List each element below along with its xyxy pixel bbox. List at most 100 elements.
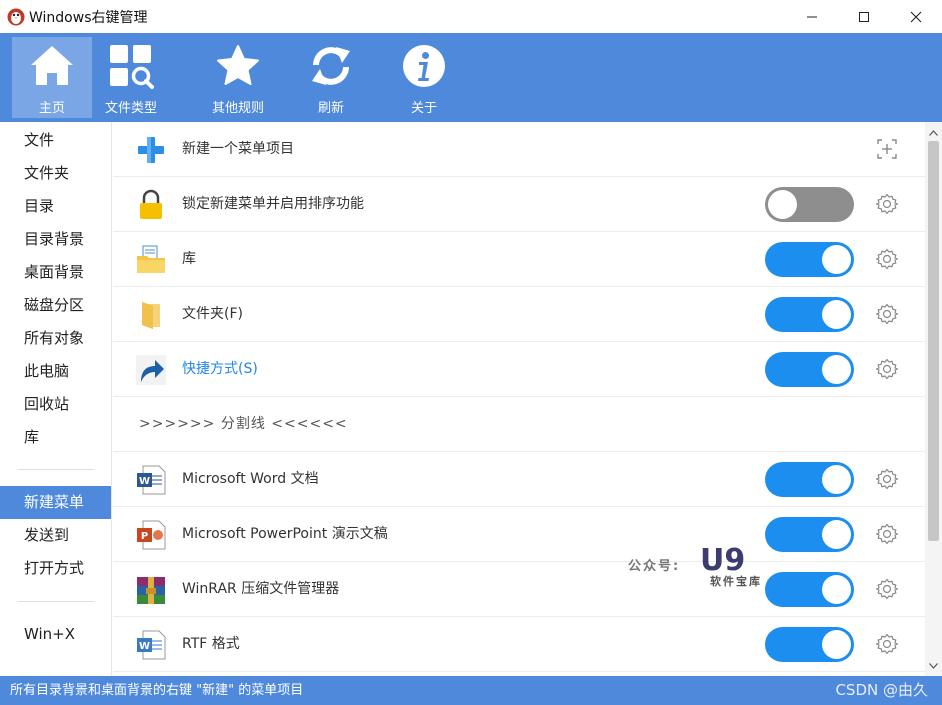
- close-icon: [910, 11, 922, 22]
- toggle-knob: [822, 245, 851, 274]
- tab-filetypes[interactable]: 文件类型: [91, 37, 171, 118]
- watermark-subtext: 软件宝库: [710, 575, 762, 588]
- tab-about-label: 关于: [410, 101, 437, 116]
- scroll-up-button[interactable]: [925, 124, 942, 141]
- scroll-thumb[interactable]: [928, 141, 939, 541]
- list-item[interactable]: W RTF 格式: [113, 617, 925, 672]
- toolbar: 主页 文件类型 其他规则 刷新 关于: [0, 33, 942, 122]
- sidebar-item-this-pc[interactable]: 此电脑: [0, 355, 111, 388]
- gear-icon[interactable]: [876, 468, 898, 490]
- file-types-search-icon: [110, 45, 154, 89]
- toggle-knob: [822, 300, 851, 329]
- toggle-switch[interactable]: [765, 352, 854, 387]
- toggle-knob: [822, 520, 851, 549]
- star-icon: [217, 45, 259, 85]
- list-separator[interactable]: >>>>>> 分割线 <<<<<<: [113, 397, 925, 452]
- list-item-label: 库: [182, 251, 196, 267]
- sidebar-item-recycle-bin[interactable]: 回收站: [0, 388, 111, 421]
- sidebar-item-directory[interactable]: 目录: [0, 190, 111, 223]
- tab-home[interactable]: 主页: [12, 37, 92, 118]
- tab-refresh[interactable]: 刷新: [291, 37, 371, 118]
- menu-item-list: 新建一个菜单项目 锁定新建菜单并启用排序功能 库 文件夹(F) 快捷方式(S) …: [113, 122, 925, 676]
- watermark: 公众号: U9 软件宝库: [628, 543, 778, 593]
- penguin-app-icon: [7, 8, 25, 25]
- title-bar: Windows右键管理: [0, 0, 942, 33]
- tab-about[interactable]: 关于: [384, 37, 464, 118]
- sidebar-item-all-objects[interactable]: 所有对象: [0, 322, 111, 355]
- winrar-icon: [137, 577, 165, 604]
- minimize-icon: [807, 16, 817, 17]
- toggle-switch[interactable]: [765, 242, 854, 277]
- list-item-label: WinRAR 压缩文件管理器: [182, 581, 340, 597]
- toggle-switch[interactable]: [765, 187, 854, 222]
- list-item-label: Microsoft Word 文档: [182, 471, 319, 487]
- toggle-knob: [822, 575, 851, 604]
- maximize-button[interactable]: [838, 0, 890, 33]
- home-icon: [31, 46, 73, 85]
- tab-refresh-label: 刷新: [317, 101, 344, 116]
- sidebar-item-folder[interactable]: 文件夹: [0, 157, 111, 190]
- svg-text:W: W: [139, 641, 150, 652]
- list-item-label: 新建一个菜单项目: [182, 141, 294, 157]
- maximize-icon: [859, 11, 869, 22]
- list-item[interactable]: 新建一个菜单项目: [113, 122, 925, 177]
- list-item-label: 快捷方式(S): [182, 361, 258, 377]
- info-icon: [403, 45, 445, 87]
- gear-icon[interactable]: [876, 578, 898, 600]
- list-item[interactable]: WinRAR 压缩文件管理器: [113, 562, 925, 617]
- gear-icon[interactable]: [876, 358, 898, 380]
- list-item[interactable]: P Microsoft PowerPoint 演示文稿: [113, 507, 925, 562]
- separator-label: >>>>>> 分割线 <<<<<<: [139, 416, 348, 432]
- tab-rules[interactable]: 其他规则: [198, 37, 278, 118]
- list-item[interactable]: 锁定新建菜单并启用排序功能: [113, 177, 925, 232]
- list-item[interactable]: 库: [113, 232, 925, 287]
- tab-rules-label: 其他规则: [211, 101, 264, 116]
- gear-icon[interactable]: [876, 633, 898, 655]
- sidebar-item-directory-background[interactable]: 目录背景: [0, 223, 111, 256]
- watermark-text: 公众号:: [628, 559, 681, 574]
- toggle-knob: [768, 190, 797, 219]
- toggle-switch[interactable]: [765, 627, 854, 662]
- list-item-label: Microsoft PowerPoint 演示文稿: [182, 526, 388, 542]
- sidebar-item-win-x[interactable]: Win+X: [0, 618, 111, 651]
- gear-icon[interactable]: [876, 303, 898, 325]
- tab-home-label: 主页: [38, 101, 65, 116]
- vertical-scrollbar[interactable]: [925, 122, 942, 676]
- list-item-label: 文件夹(F): [182, 306, 243, 322]
- toggle-knob: [822, 465, 851, 494]
- sidebar-item-file[interactable]: 文件: [0, 124, 111, 157]
- gear-icon[interactable]: [876, 193, 898, 215]
- close-button[interactable]: [890, 0, 942, 33]
- refresh-icon: [312, 47, 350, 85]
- toggle-switch[interactable]: [765, 297, 854, 332]
- list-item[interactable]: W Microsoft Word 文档: [113, 452, 925, 507]
- svg-text:W: W: [139, 476, 150, 487]
- plus-icon: [138, 137, 164, 163]
- scroll-down-button[interactable]: [925, 657, 942, 674]
- wordpad-icon: W: [137, 630, 166, 660]
- toggle-knob: [822, 630, 851, 659]
- word-icon: W: [137, 465, 166, 495]
- credit-watermark: CSDN @由久: [835, 681, 928, 699]
- list-item[interactable]: 快捷方式(S): [113, 342, 925, 397]
- minimize-button[interactable]: [786, 0, 838, 33]
- sidebar-item-drive[interactable]: 磁盘分区: [0, 289, 111, 322]
- toggle-switch[interactable]: [765, 572, 854, 607]
- sidebar: 文件 文件夹 目录 目录背景 桌面背景 磁盘分区 所有对象 此电脑 回收站 库 …: [0, 122, 112, 676]
- gear-icon[interactable]: [876, 523, 898, 545]
- gear-icon[interactable]: [876, 248, 898, 270]
- library-folder-icon: [137, 245, 165, 273]
- toggle-knob: [822, 355, 851, 384]
- toggle-switch[interactable]: [765, 517, 854, 552]
- sidebar-item-open-with[interactable]: 打开方式: [0, 552, 111, 585]
- lock-icon: [140, 189, 162, 219]
- toggle-switch[interactable]: [765, 462, 854, 497]
- sidebar-item-desktop-background[interactable]: 桌面背景: [0, 256, 111, 289]
- sidebar-item-new-menu[interactable]: 新建菜单: [0, 486, 111, 519]
- shortcut-icon: [136, 355, 166, 385]
- sidebar-divider: [18, 601, 94, 602]
- list-item[interactable]: 文件夹(F): [113, 287, 925, 342]
- sidebar-item-send-to[interactable]: 发送到: [0, 519, 111, 552]
- add-item-button[interactable]: [876, 138, 898, 160]
- sidebar-item-library[interactable]: 库: [0, 421, 111, 454]
